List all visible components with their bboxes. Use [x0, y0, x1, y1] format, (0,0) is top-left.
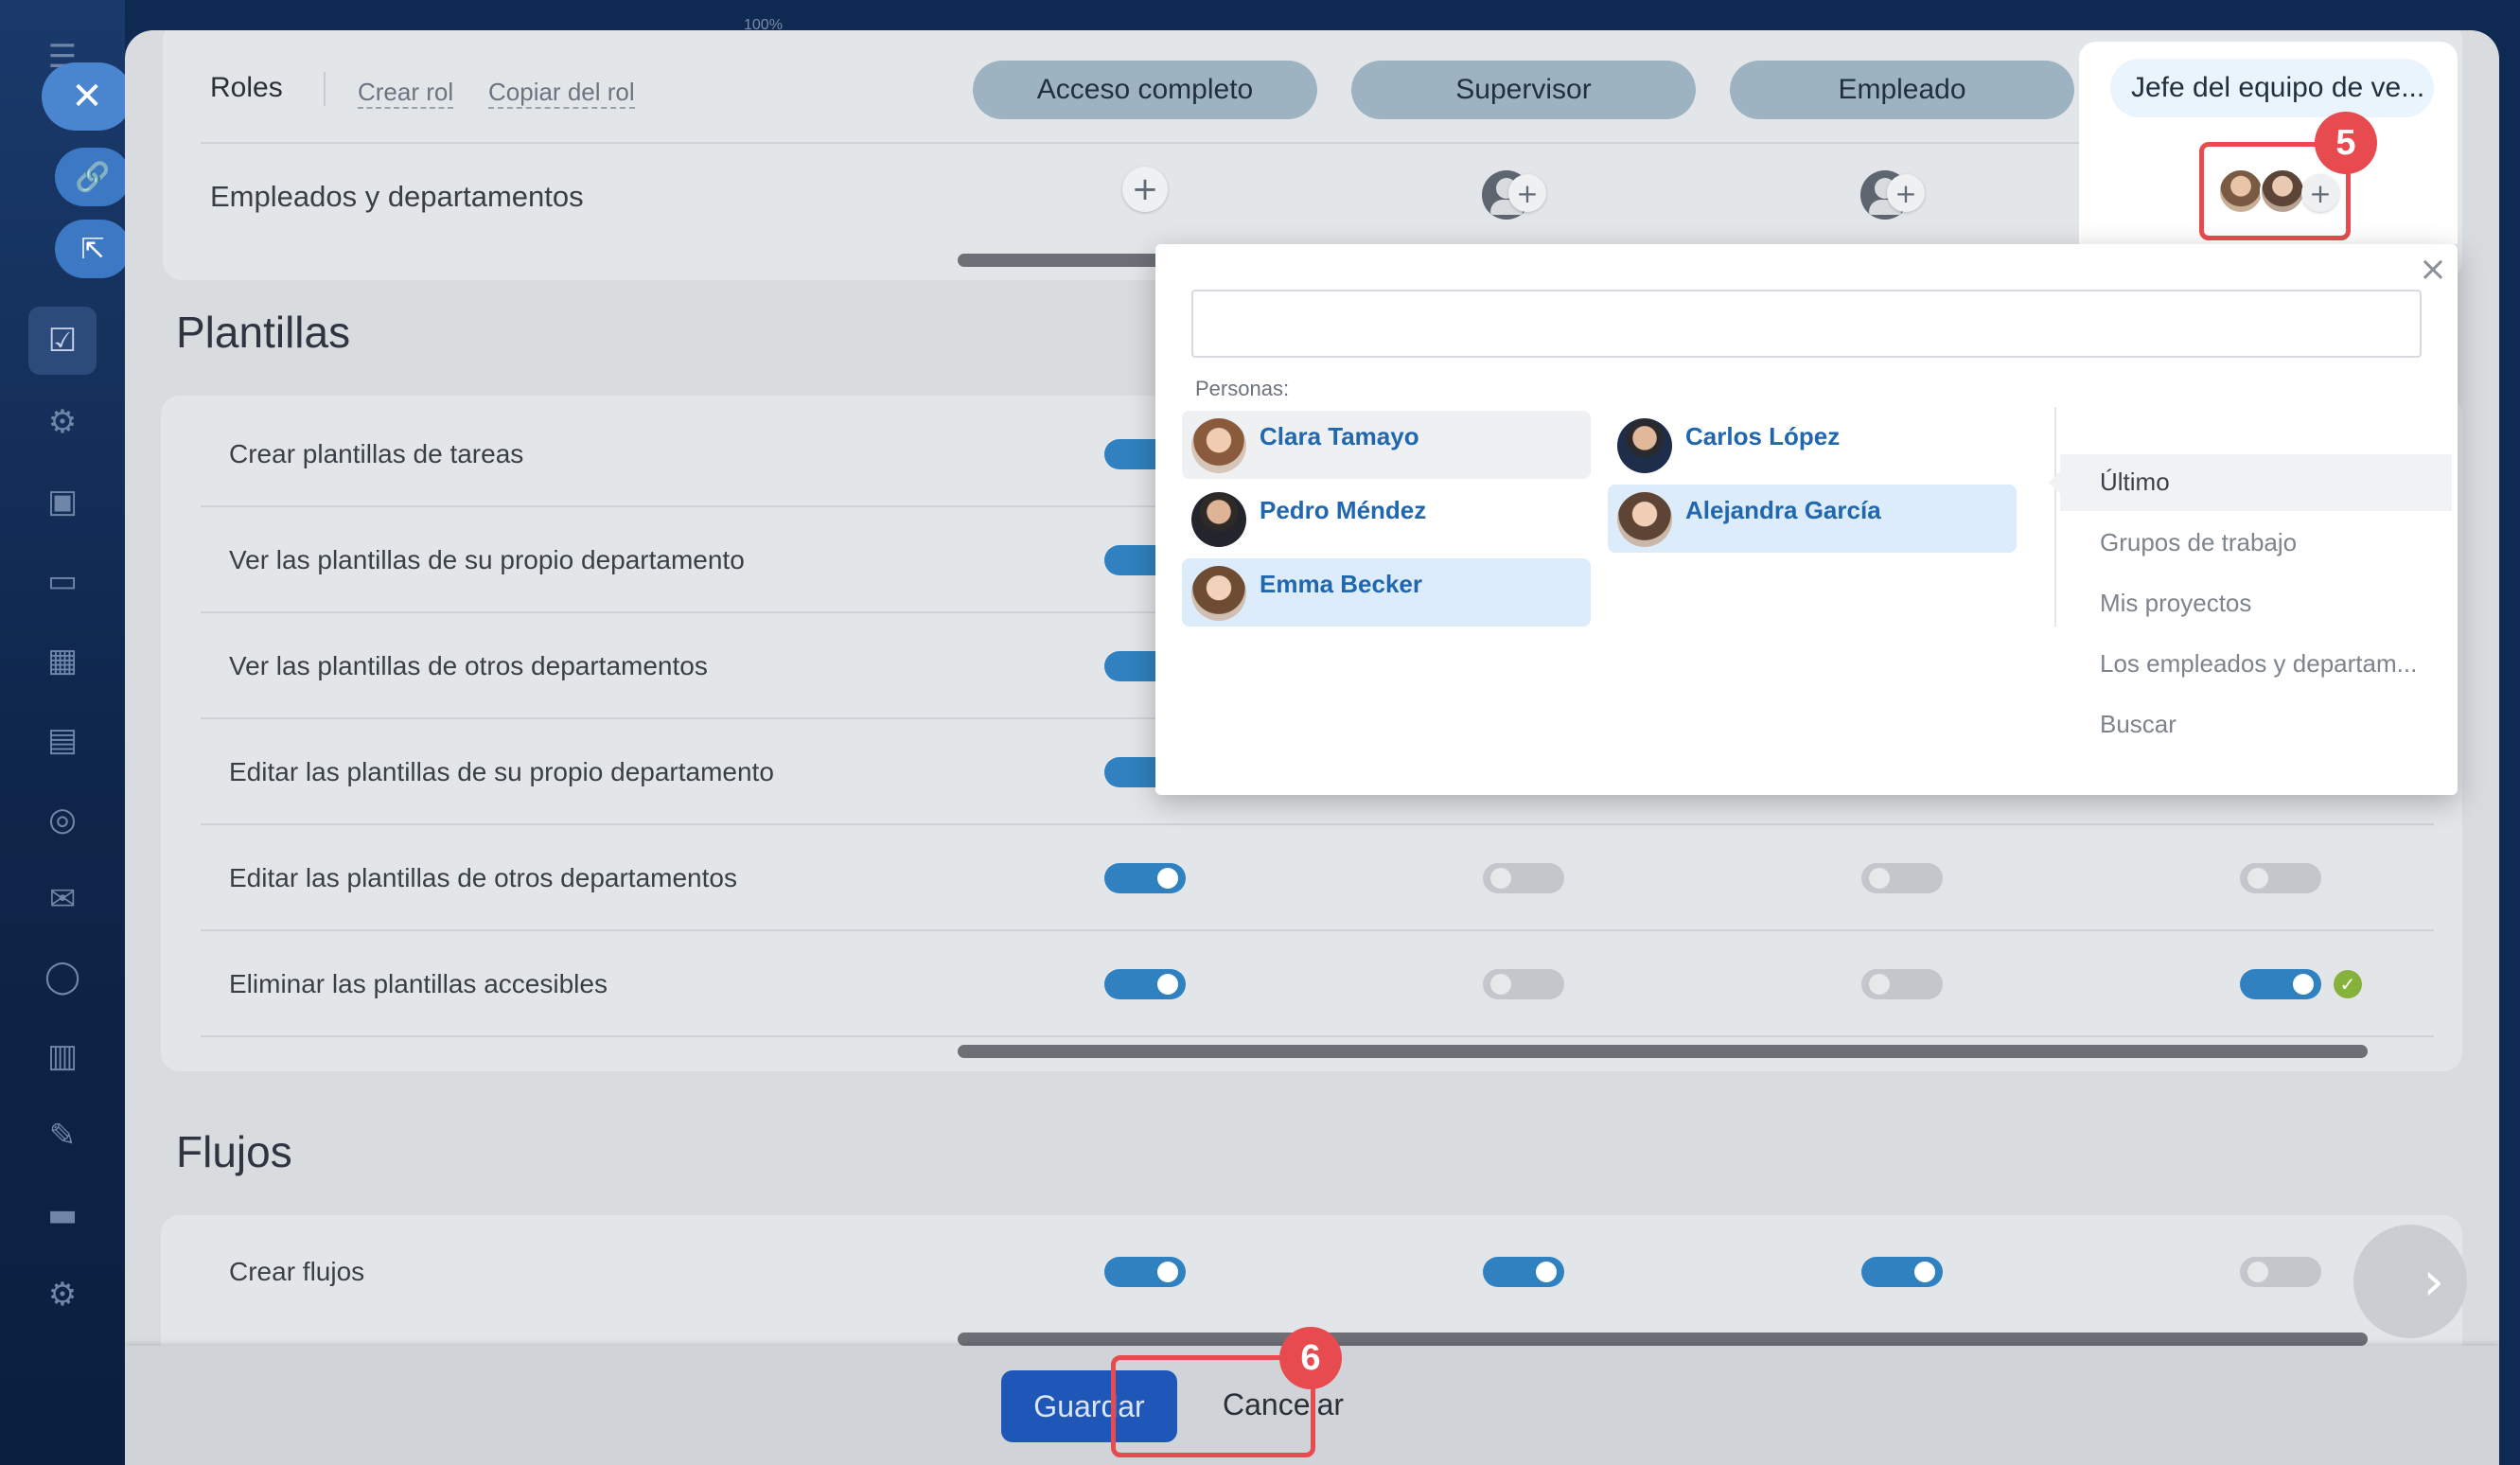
menu-active-arrow [2049, 471, 2060, 494]
divider [324, 72, 326, 106]
people-section-label: Personas: [1195, 377, 1290, 400]
menu-item-employees-departments[interactable]: Los empleados y departam... [2100, 649, 2417, 679]
person-item[interactable]: Clara Tamayo [1182, 411, 1591, 479]
copy-role-link[interactable]: Copiar del rol [488, 78, 635, 109]
permission-toggle[interactable] [1483, 969, 1564, 999]
pen-icon[interactable]: ✎ [38, 1111, 87, 1160]
menu-item-search[interactable]: Buscar [2100, 710, 2176, 739]
create-role-link[interactable]: Crear rol [358, 78, 454, 109]
calendar-icon[interactable]: ▦ [38, 636, 87, 685]
horizontal-scrollbar[interactable] [958, 1045, 2368, 1058]
role-tab-full-access[interactable]: Acceso completo [973, 61, 1317, 119]
divider [201, 929, 2434, 931]
library-icon[interactable]: ▥ [38, 1032, 87, 1081]
permission-toggle[interactable] [2240, 1257, 2321, 1287]
add-employee-button[interactable]: + [1508, 174, 1546, 212]
permission-toggle[interactable] [1104, 969, 1186, 999]
permission-toggle[interactable] [1861, 863, 1943, 893]
avatar [1617, 418, 1672, 473]
avatar [1617, 492, 1672, 547]
horizontal-scrollbar[interactable] [958, 1333, 2368, 1346]
employee-selector-popup: × Personas: Clara Tamayo Carlos López Pe… [1155, 244, 2458, 795]
scroll-right-chevron-icon[interactable]: › [2353, 1225, 2467, 1338]
roles-title: Roles [210, 72, 283, 103]
permission-toggle[interactable] [1104, 1257, 1186, 1287]
add-employee-button[interactable]: + [1887, 174, 1925, 212]
building-icon[interactable]: ▤ [38, 715, 87, 765]
permission-label: Crear plantillas de tareas [229, 439, 524, 468]
gear-icon[interactable]: ⚙ [38, 1270, 87, 1319]
menu-item-workgroups[interactable]: Grupos de trabajo [2100, 528, 2297, 557]
avatar [1191, 566, 1246, 621]
permission-toggle[interactable] [2240, 969, 2321, 999]
permission-label: Eliminar las plantillas accesibles [229, 969, 608, 998]
permission-label: Ver las plantillas de su propio departam… [229, 545, 745, 574]
divider [201, 823, 2434, 825]
permission-toggle[interactable] [1861, 969, 1943, 999]
target-icon[interactable]: ◎ [38, 795, 87, 844]
permission-toggle[interactable] [1483, 1257, 1564, 1287]
permission-toggle[interactable] [2240, 863, 2321, 893]
step-5-badge: 5 [2315, 112, 2377, 174]
person-item[interactable]: Alejandra García [1608, 485, 2017, 553]
permission-toggle[interactable] [1861, 1257, 1943, 1287]
avatar [1191, 418, 1246, 473]
clipboard-icon[interactable]: ▣ [38, 477, 87, 526]
person-item[interactable]: Emma Becker [1182, 558, 1591, 627]
wallet-icon[interactable]: ▬ [38, 1191, 87, 1240]
person-name: Carlos López [1685, 422, 1841, 450]
permission-toggle[interactable] [1104, 863, 1186, 893]
person-name: Clara Tamayo [1260, 422, 1419, 450]
left-sidebar: ☰ ✕ 🔗 ⇱ ☑ ⚙ ▣ ▭ ▦ ▤ ◎ ✉ ◯ ▥ ✎ ▬ ⚙ [0, 0, 132, 1465]
close-icon[interactable]: × [2414, 250, 2452, 289]
external-link-icon[interactable]: ⇱ [55, 220, 131, 278]
person-name: Pedro Méndez [1260, 496, 1427, 524]
permission-label: Editar las plantillas de su propio depar… [229, 757, 774, 786]
person-item[interactable]: Carlos López [1608, 411, 2017, 479]
permission-label: Ver las plantillas de otros departamento… [229, 651, 708, 680]
person-item[interactable]: Pedro Méndez [1182, 485, 1591, 553]
mail-icon[interactable]: ✉ [38, 874, 87, 924]
templates-section-title: Plantillas [176, 308, 351, 357]
permission-label: Crear flujos [229, 1257, 365, 1286]
permission-toggle[interactable] [1483, 863, 1564, 893]
link-icon[interactable]: 🔗 [55, 148, 131, 206]
close-icon[interactable]: ✕ [42, 62, 132, 131]
role-tab-employee[interactable]: Empleado [1730, 61, 2074, 119]
check-icon: ✓ [2334, 970, 2362, 998]
divider [201, 1035, 2434, 1037]
card-icon[interactable]: ▭ [38, 556, 87, 606]
permission-label: Editar las plantillas de otros departame… [229, 863, 737, 892]
add-employee-button[interactable]: + [1122, 167, 1168, 212]
step-6-badge: 6 [1279, 1327, 1342, 1389]
person-name: Alejandra García [1685, 496, 1881, 524]
person-name: Emma Becker [1260, 570, 1422, 598]
horizontal-scrollbar[interactable] [958, 254, 1166, 267]
robot-icon[interactable]: ⚙ [38, 397, 87, 447]
menu-item-my-projects[interactable]: Mis proyectos [2100, 589, 2251, 618]
search-input[interactable] [1191, 290, 2422, 358]
flows-section-title: Flujos [176, 1127, 292, 1176]
avatar [1191, 492, 1246, 547]
role-tab-sales-team-lead[interactable]: Jefe del equipo de ve... [2110, 59, 2434, 117]
employees-row-label: Empleados y departamentos [210, 180, 584, 213]
menu-item-recent[interactable]: Último [2100, 468, 2170, 497]
tasks-check-icon[interactable]: ☑ [28, 307, 97, 375]
divider [2054, 407, 2056, 627]
circle-icon[interactable]: ◯ [38, 952, 87, 1001]
role-tab-supervisor[interactable]: Supervisor [1351, 61, 1696, 119]
